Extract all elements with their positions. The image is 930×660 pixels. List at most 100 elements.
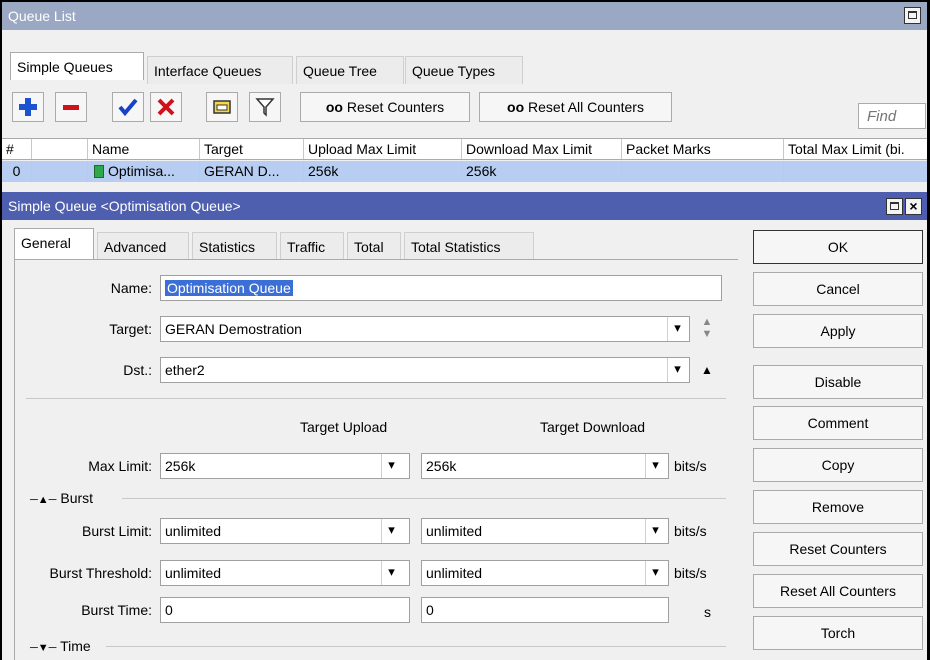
expand-icon: ─▼─ (30, 642, 57, 654)
column-header-target[interactable]: Target (200, 139, 304, 159)
reset-counters-dialog-button[interactable]: Reset Counters (753, 532, 923, 566)
queue-list-titlebar: Queue List (2, 2, 927, 30)
maximize-window-button[interactable] (904, 7, 921, 24)
column-header-packet-marks[interactable]: Packet Marks (622, 139, 784, 159)
target-field[interactable]: GERAN Demostration (160, 316, 690, 342)
tab-general[interactable]: General (14, 228, 94, 260)
table-row[interactable]: 0 Optimisa... GERAN D... 256k 256k (2, 161, 927, 182)
queue-icon (94, 165, 104, 178)
comment-button[interactable]: Comment (753, 406, 923, 440)
max-limit-upload-field[interactable]: 256k (160, 453, 410, 479)
burst-threshold-upload-value: unlimited (165, 565, 222, 581)
tab-simple-queues[interactable]: Simple Queues (10, 52, 144, 80)
burst-limit-download-field[interactable]: unlimited (421, 518, 669, 544)
tab-queue-types[interactable]: Queue Types (405, 56, 523, 84)
checkmark-icon (118, 98, 138, 117)
ok-button[interactable]: OK (753, 230, 923, 264)
reset-counters-button[interactable]: oo Reset Counters (300, 92, 470, 122)
disable-button[interactable] (150, 92, 182, 122)
copy-button[interactable]: Copy (753, 448, 923, 482)
column-header-download-max-limit[interactable]: Download Max Limit (462, 139, 622, 159)
tab-interface-queues[interactable]: Interface Queues (147, 56, 293, 84)
oo-icon: oo (507, 99, 525, 115)
dst-field[interactable]: ether2 (160, 357, 690, 383)
column-header-upload-max-limit[interactable]: Upload Max Limit (304, 139, 462, 159)
tab-advanced[interactable]: Advanced (97, 232, 189, 260)
max-limit-download-value: 256k (426, 458, 457, 474)
oo-icon: oo (325, 99, 343, 115)
burst-threshold-upload-field[interactable]: unlimited (160, 560, 410, 586)
row-index: 0 (2, 161, 32, 181)
burst-threshold-download-dropdown[interactable]: ▾ (645, 561, 665, 585)
column-header-name[interactable]: Name (88, 139, 200, 159)
torch-button[interactable]: Torch (753, 616, 923, 650)
close-dialog-button[interactable]: × (905, 198, 922, 215)
table-header: # Name Target Upload Max Limit Download … (2, 138, 927, 160)
tab-queue-tree[interactable]: Queue Tree (296, 56, 404, 84)
dst-dropdown-button[interactable]: ▾ (667, 358, 687, 382)
comment-button[interactable] (206, 92, 238, 122)
name-field[interactable]: Optimisation Queue (160, 275, 722, 301)
burst-limit-label: Burst Limit: (81, 523, 152, 539)
burst-label: Burst (60, 490, 94, 506)
column-header-index[interactable]: # (2, 139, 32, 159)
burst-limit-upload-dropdown[interactable]: ▾ (381, 519, 401, 543)
disable-button[interactable]: Disable (753, 365, 923, 399)
burst-time-download-field[interactable]: 0 (421, 597, 669, 623)
burst-limit-upload-field[interactable]: unlimited (160, 518, 410, 544)
row-name: Optimisa... (104, 161, 200, 181)
remove-button[interactable]: Remove (753, 490, 923, 524)
updown-arrow-icon[interactable]: ▲ ▼ (696, 316, 718, 342)
maximize-dialog-button[interactable] (886, 198, 903, 215)
column-header-total-max-limit[interactable]: Total Max Limit (bi. (784, 139, 927, 159)
max-limit-upload-dropdown[interactable]: ▾ (381, 454, 401, 478)
reset-all-counters-button[interactable]: oo Reset All Counters (479, 92, 672, 122)
time-label: Time (60, 638, 91, 654)
target-label: Target: (109, 321, 152, 337)
collapse-icon: ─▲─ (30, 494, 57, 506)
dialog-titlebar: Simple Queue <Optimisation Queue> (2, 192, 927, 220)
bits-unit: bits/s (674, 458, 707, 474)
tab-total[interactable]: Total (347, 232, 401, 260)
dst-label: Dst.: (123, 362, 152, 378)
burst-limit-download-value: unlimited (426, 523, 483, 539)
enable-button[interactable] (112, 92, 144, 122)
name-label: Name: (110, 280, 152, 296)
max-limit-upload-value: 256k (165, 458, 196, 474)
target-dropdown-button[interactable]: ▾ (667, 317, 687, 341)
burst-threshold-download-field[interactable]: unlimited (421, 560, 669, 586)
tab-traffic[interactable]: Traffic (280, 232, 344, 260)
target-download-header: Target Download (540, 419, 646, 435)
burst-section-header[interactable]: ─▲─ Burst (30, 488, 120, 508)
reset-all-counters-dialog-button[interactable]: Reset All Counters (753, 574, 923, 608)
filter-button[interactable] (249, 92, 281, 122)
apply-button[interactable]: Apply (753, 314, 923, 348)
burst-threshold-upload-dropdown[interactable]: ▾ (381, 561, 401, 585)
divider (26, 398, 726, 399)
tab-statistics[interactable]: Statistics (192, 232, 277, 260)
row-flags (32, 161, 88, 181)
queue-list-title: Queue List (8, 8, 76, 24)
reset-counters-label: Reset Counters (346, 99, 445, 115)
column-header-blank[interactable] (32, 139, 88, 159)
target-value: GERAN Demostration (165, 321, 302, 337)
burst-time-label: Burst Time: (81, 602, 152, 618)
burst-limit-upload-value: unlimited (165, 523, 222, 539)
remove-button[interactable] (55, 92, 87, 122)
add-button[interactable] (12, 92, 44, 122)
seconds-unit: s (704, 604, 711, 620)
tab-total-statistics[interactable]: Total Statistics (404, 232, 534, 260)
minus-icon (63, 105, 79, 110)
burst-time-upload-field[interactable]: 0 (160, 597, 410, 623)
max-limit-download-field[interactable]: 256k (421, 453, 669, 479)
burst-time-upload-value: 0 (165, 602, 173, 618)
cancel-button[interactable]: Cancel (753, 272, 923, 306)
max-limit-download-dropdown[interactable]: ▾ (645, 454, 665, 478)
x-icon (157, 98, 175, 116)
burst-limit-download-dropdown[interactable]: ▾ (645, 519, 665, 543)
row-upload-max-limit: 256k (304, 161, 462, 181)
up-arrow-icon[interactable]: ▲ (696, 358, 718, 382)
filter-icon (255, 98, 275, 117)
find-input[interactable] (858, 103, 926, 129)
reset-all-counters-label: Reset All Counters (528, 99, 644, 115)
